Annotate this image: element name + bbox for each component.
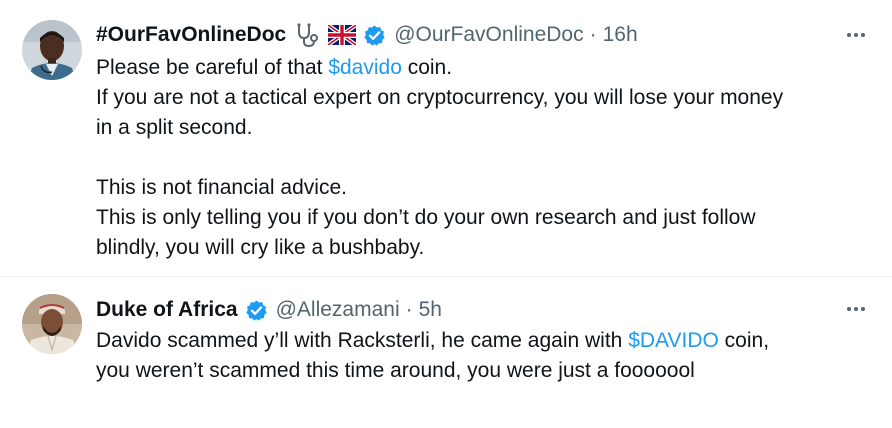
paragraph-break	[96, 143, 866, 173]
tweet-header: #OurFavOnlineDoc @OurFavOnlineDoc · 16h	[96, 20, 832, 50]
text-segment: coin.	[401, 56, 453, 79]
more-options-icon[interactable]	[842, 25, 870, 45]
tweet-text-line: blindly, you will cry like a bushbaby.	[96, 236, 425, 259]
tweet[interactable]: #OurFavOnlineDoc @OurFavOnlineDoc · 16h …	[0, 0, 892, 276]
tweet-header: Duke of Africa @Allezamani · 5h	[96, 295, 832, 325]
more-options-icon[interactable]	[842, 299, 870, 319]
timestamp[interactable]: 16h	[603, 20, 638, 50]
user-handle[interactable]: @Allezamani	[276, 295, 400, 325]
tweet-text-line: you weren’t scammed this time around, yo…	[96, 359, 695, 382]
avatar-image	[22, 20, 82, 80]
tweet-text: Please be careful of that $davido coin. …	[96, 53, 866, 263]
verified-badge-icon[interactable]	[245, 299, 268, 322]
verified-badge-icon[interactable]	[363, 24, 386, 47]
avatar-image	[22, 294, 82, 354]
uk-flag-icon	[328, 25, 357, 45]
tweet-text-line: Please be careful of that $davido coin.	[96, 53, 866, 83]
tweet-text-line: This is only telling you if you don’t do…	[96, 206, 756, 229]
display-name[interactable]: #OurFavOnlineDoc	[96, 20, 286, 50]
text-segment: Please be careful of that	[96, 56, 329, 79]
user-handle[interactable]: @OurFavOnlineDoc	[394, 20, 583, 50]
tweet-text-line: This is not financial advice.	[96, 176, 347, 199]
timestamp[interactable]: 5h	[419, 295, 442, 325]
cashtag-link[interactable]: $davido	[328, 56, 402, 79]
text-segment: Davido scammed y’ll with Racksterli, he …	[96, 329, 629, 352]
avatar[interactable]	[22, 20, 82, 80]
cashtag-link[interactable]: $DAVIDO	[628, 329, 719, 352]
stethoscope-icon	[294, 22, 320, 48]
separator-dot: ·	[405, 298, 413, 321]
text-segment: coin,	[718, 329, 770, 352]
separator-dot: ·	[589, 23, 597, 46]
tweet-text: Davido scammed y’ll with Racksterli, he …	[96, 326, 866, 386]
tweet-text-line: in a split second.	[96, 116, 253, 139]
avatar[interactable]	[22, 294, 82, 354]
tweet-text-line: Davido scammed y’ll with Racksterli, he …	[96, 326, 866, 356]
display-name[interactable]: Duke of Africa	[96, 295, 238, 325]
tweet-text-line: If you are not a tactical expert on cryp…	[96, 86, 784, 109]
